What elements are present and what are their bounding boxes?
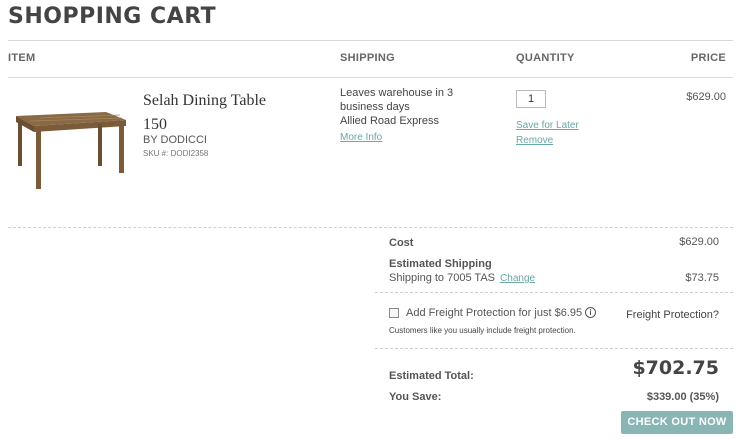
column-header-quantity: QUANTITY — [516, 52, 575, 64]
shipping-info: Leaves warehouse in 3 business days Alli… — [340, 86, 453, 128]
you-save-label: You Save: — [389, 391, 442, 403]
item-divider — [8, 227, 733, 228]
header-top-divider — [8, 40, 733, 41]
estimated-shipping-label: Estimated Shipping — [389, 258, 492, 270]
header-bottom-divider — [8, 77, 733, 78]
quantity-input[interactable] — [516, 90, 546, 108]
cost-value: $629.00 — [679, 236, 719, 248]
shipping-value: $73.75 — [685, 272, 719, 284]
info-circle-icon[interactable]: i — [585, 307, 596, 318]
you-save-value: $339.00 (35%) — [646, 391, 719, 403]
product-name-line1[interactable]: Selah Dining Table — [143, 89, 266, 113]
freight-protection-question[interactable]: Freight Protection? — [600, 309, 719, 321]
column-header-price: PRICE — [690, 52, 726, 64]
remove-link[interactable]: Remove — [516, 135, 553, 146]
change-link[interactable]: Change — [500, 273, 535, 284]
product-image[interactable] — [10, 110, 128, 192]
shipping-to-text: Shipping to 7005 TAS — [389, 272, 496, 284]
freight-protection-note: Customers like you usually include freig… — [389, 326, 576, 335]
shipping-divider — [375, 292, 733, 293]
product-brand: BY DODICCI — [143, 134, 207, 146]
dining-table-image — [16, 112, 126, 189]
estimated-total-value: $702.75 — [632, 357, 719, 379]
item-price: $629.00 — [686, 91, 726, 103]
check-out-now-button[interactable]: CHECK OUT NOW — [621, 411, 733, 434]
shipping-leaves-line2: business days — [340, 101, 410, 113]
more-info-link[interactable]: More Info — [340, 132, 382, 143]
estimated-total-label: Estimated Total: — [389, 370, 474, 382]
cost-label: Cost — [389, 237, 414, 249]
freight-protection-label[interactable]: Add Freight Protection for just $6.95 — [406, 307, 582, 319]
column-header-item: ITEM — [8, 52, 36, 64]
freight-divider — [375, 348, 733, 349]
save-for-later-link[interactable]: Save for Later — [516, 120, 579, 131]
product-name[interactable]: Selah Dining Table 150 — [143, 89, 266, 137]
column-header-shipping: SHIPPING — [340, 52, 395, 64]
shipping-leaves-line1: Leaves warehouse in 3 — [340, 87, 454, 99]
shipping-to: Shipping to 7005 TAS Change — [389, 272, 535, 284]
product-sku: SKU #: DODI2358 — [143, 149, 209, 158]
page-title: SHOPPING CART — [8, 4, 217, 29]
freight-protection-checkbox[interactable] — [389, 308, 399, 318]
shipping-carrier: Allied Road Express — [340, 115, 440, 127]
